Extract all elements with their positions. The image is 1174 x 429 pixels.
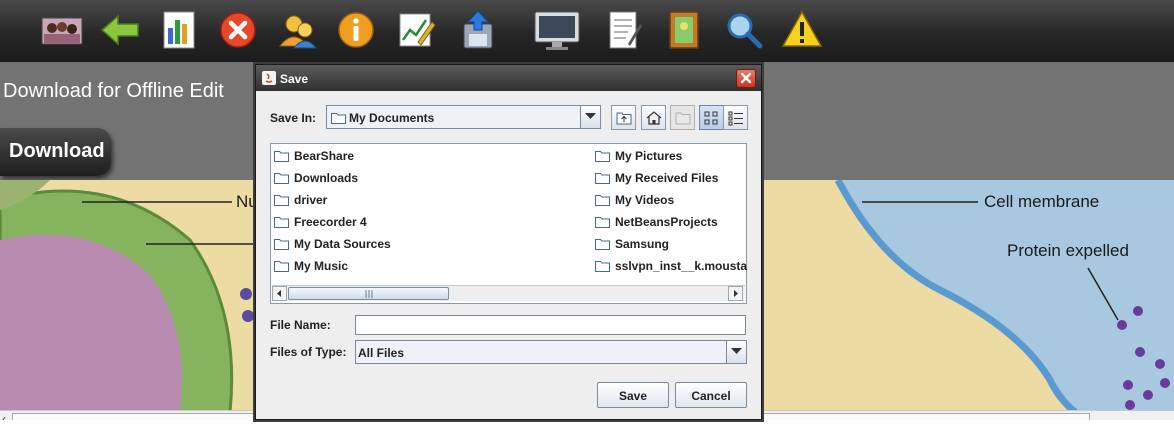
home-icon — [646, 111, 662, 125]
list-item-label: NetBeansProjects — [615, 215, 718, 229]
details-view-button[interactable] — [723, 105, 748, 130]
folder-icon — [274, 217, 289, 228]
chevron-left-icon — [277, 290, 281, 297]
page-heading: Download for Offline Edit — [3, 80, 224, 102]
users-icon[interactable] — [276, 8, 320, 52]
save-in-value: My Documents — [349, 111, 435, 125]
dialog-title: Save — [280, 72, 309, 86]
dialog-title-bar: Save — [256, 65, 761, 91]
folder-icon — [274, 173, 289, 184]
scroll-left-button[interactable] — [272, 286, 287, 301]
files-of-type-combo[interactable]: All Files — [355, 340, 747, 364]
list-item-label: My Music — [294, 259, 349, 273]
files-of-type-value: All Files — [358, 346, 405, 360]
java-icon — [262, 71, 276, 85]
folder-icon — [595, 261, 610, 272]
files-of-type-dropdown-arrow[interactable] — [726, 341, 746, 363]
grip-icon — [365, 290, 373, 298]
list-item-label: My Received Files — [615, 171, 719, 185]
download-button[interactable]: Download — [0, 128, 111, 176]
home-button[interactable] — [641, 105, 666, 130]
folder-icon — [595, 173, 610, 184]
save-in-dropdown-arrow[interactable] — [580, 106, 600, 128]
cancel-button[interactable]: Cancel — [675, 382, 747, 408]
chevron-down-icon — [731, 348, 742, 354]
new-folder-icon — [675, 112, 691, 125]
chevron-down-icon — [585, 113, 596, 119]
file-list[interactable]: BearShare Downloads driver Freecorder 4 … — [270, 143, 747, 304]
list-item-label: Freecorder 4 — [294, 215, 367, 229]
folder-icon — [595, 239, 610, 250]
picture-frame-icon[interactable] — [662, 8, 706, 52]
folder-icon — [274, 261, 289, 272]
list-item-label: Samsung — [615, 237, 670, 251]
list-item-label: My Pictures — [615, 149, 683, 163]
folder-icon — [274, 239, 289, 250]
folder-icon — [595, 151, 610, 162]
save-dialog: Save Save In: My Documents BearShare Dow… — [255, 64, 762, 420]
protein-expelled-label: Protein expelled — [1007, 241, 1129, 260]
list-item-label: sslvpn_inst__k.mousta — [615, 259, 748, 273]
list-view-icon — [704, 111, 718, 125]
warning-icon[interactable] — [780, 8, 824, 52]
photo-icon[interactable] — [40, 8, 84, 52]
up-one-level-button[interactable] — [611, 105, 636, 130]
file-list-scroll-thumb[interactable] — [288, 287, 449, 300]
folder-icon — [595, 195, 610, 206]
scroll-right-button[interactable] — [728, 286, 743, 301]
main-toolbar — [0, 0, 1174, 62]
chart-icon[interactable] — [158, 8, 202, 52]
monitor-icon[interactable] — [532, 8, 582, 52]
close-icon[interactable] — [216, 8, 260, 52]
search-icon[interactable] — [722, 8, 766, 52]
save-button[interactable]: Save — [597, 382, 669, 408]
close-icon — [740, 72, 752, 84]
save-in-label: Save In: — [270, 111, 317, 125]
info-icon[interactable] — [334, 8, 378, 52]
file-name-label: File Name: — [270, 318, 331, 332]
dialog-close-button[interactable] — [736, 69, 756, 88]
file-list-scrollbar[interactable] — [272, 285, 745, 301]
upload-icon[interactable] — [456, 8, 500, 52]
files-of-type-label: Files of Type: — [270, 345, 347, 359]
cell-membrane-label: Cell membrane — [984, 192, 1100, 211]
save-in-combo[interactable]: My Documents — [326, 105, 601, 129]
notepad-icon[interactable] — [602, 8, 646, 52]
list-view-button[interactable] — [699, 105, 724, 130]
edit-chart-icon[interactable] — [394, 8, 438, 52]
list-item-label: BearShare — [294, 149, 355, 163]
list-item-label: driver — [294, 193, 328, 207]
folder-icon — [331, 113, 346, 124]
folder-icon — [274, 151, 289, 162]
bottom-strip — [0, 420, 1174, 429]
chevron-right-icon — [734, 290, 738, 297]
folder-icon — [274, 195, 289, 206]
file-name-field[interactable] — [355, 315, 746, 335]
back-arrow-icon[interactable] — [98, 8, 142, 52]
list-item-label: My Data Sources — [294, 237, 391, 251]
list-item-label: My Videos — [615, 193, 675, 207]
folder-up-icon — [616, 112, 632, 125]
folder-icon — [595, 217, 610, 228]
new-folder-button[interactable] — [670, 105, 695, 130]
list-item-label: Downloads — [294, 171, 359, 185]
details-view-icon — [728, 111, 743, 126]
